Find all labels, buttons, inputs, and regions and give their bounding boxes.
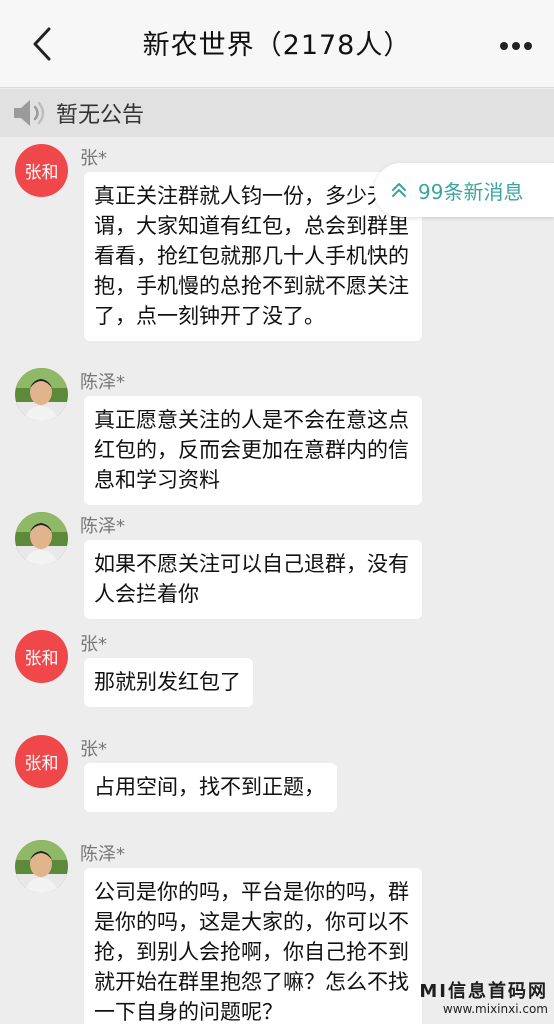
message-bubble[interactable]: 那就别发红包了: [84, 658, 253, 707]
avatar[interactable]: [15, 840, 68, 893]
speaker-icon: [14, 100, 45, 126]
sender-name: 陈泽*: [80, 372, 125, 393]
announcement-text: 暂无公告: [56, 103, 145, 128]
message-bubble[interactable]: 真正愿意关注的人是不会在意这点红包的，反而会更加在意群内的信息和学习资料: [84, 396, 422, 505]
profile-photo-icon: [15, 512, 68, 565]
double-chevron-up-icon: [392, 183, 406, 197]
message-bubble[interactable]: 真正关注群就人钧一份，多少无所谓，大家知道有红包，总会到群里看看，抢红包就那几十…: [84, 172, 422, 341]
avatar-label: 张和: [24, 754, 59, 774]
sender-name: 张*: [80, 634, 107, 655]
more-button[interactable]: [496, 28, 536, 64]
watermark: MI信息首码网 www.mixinxi.com: [419, 981, 548, 1017]
avatar[interactable]: 张和: [15, 144, 68, 197]
avatar[interactable]: 张和: [15, 735, 68, 788]
new-messages-label: 99条新消息: [418, 179, 524, 204]
sender-name: 张*: [80, 148, 107, 169]
avatar[interactable]: [15, 368, 68, 421]
sender-name: 张*: [80, 739, 107, 760]
more-horizontal-icon: [500, 42, 532, 50]
top-bar: 新农世界（2178人）: [0, 0, 554, 88]
message-bubble[interactable]: 公司是你的吗，平台是你的吗，群是你的吗，这是大家的，你可以不抢，到别人会抢啊，你…: [84, 868, 422, 1024]
avatar-label: 张和: [24, 163, 59, 183]
chat-title: 新农世界（2178人）: [142, 30, 412, 61]
watermark-url: www.mixinxi.com: [442, 1002, 548, 1016]
sender-name: 陈泽*: [80, 844, 125, 865]
chevron-left-icon: [33, 27, 51, 61]
sender-name: 陈泽*: [80, 516, 125, 537]
avatar[interactable]: 张和: [15, 630, 68, 683]
back-button[interactable]: [22, 22, 62, 66]
announcement-bar[interactable]: 暂无公告: [0, 89, 554, 137]
new-messages-button[interactable]: 99条新消息: [374, 163, 554, 217]
avatar[interactable]: [15, 512, 68, 565]
message-bubble[interactable]: 如果不愿关注可以自己退群，没有人会拦着你: [84, 540, 422, 619]
avatar-label: 张和: [24, 649, 59, 669]
message-bubble[interactable]: 占用空间，找不到正题，: [84, 763, 337, 812]
profile-photo-icon: [15, 368, 68, 421]
watermark-title: MI信息首码网: [419, 981, 548, 1002]
profile-photo-icon: [15, 840, 68, 893]
